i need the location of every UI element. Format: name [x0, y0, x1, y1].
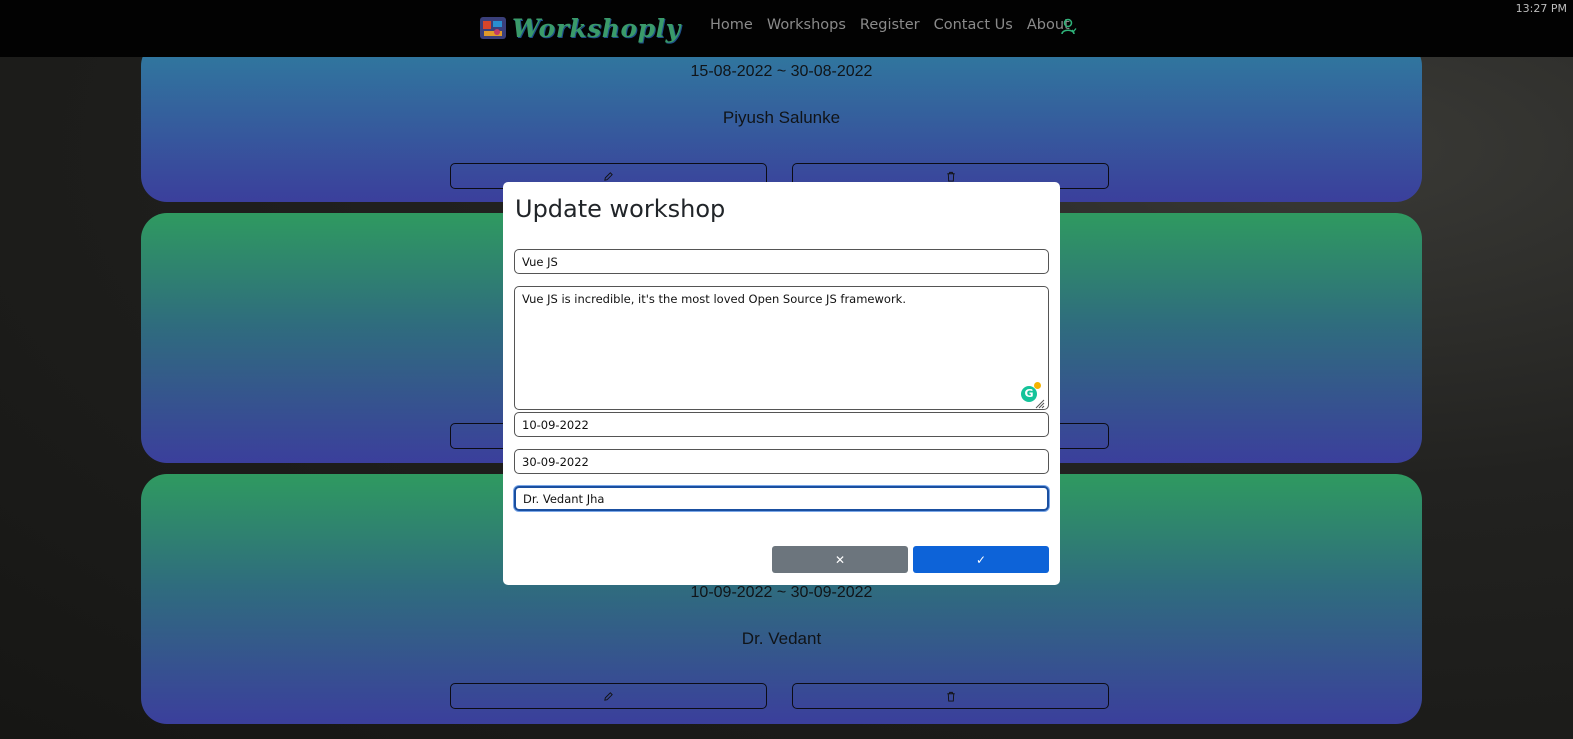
logo-icon	[480, 17, 506, 39]
brand-logo[interactable]: Workshoply	[478, 12, 681, 44]
dialog-title: Update workshop	[515, 195, 726, 223]
update-workshop-dialog: Update workshop Vue JS is incredible, it…	[503, 182, 1060, 585]
cancel-button[interactable]: ✕	[772, 546, 908, 573]
brand-name: Workshoply	[512, 13, 681, 43]
instructor-input[interactable]	[514, 486, 1049, 511]
workshop-instructor: Dr. Vedant	[741, 629, 822, 648]
nav-contact-us[interactable]: Contact Us	[934, 17, 1013, 33]
nav-home[interactable]: Home	[710, 17, 753, 33]
end-date-input[interactable]	[514, 449, 1049, 474]
check-icon: ✓	[975, 552, 987, 567]
pencil-icon	[604, 691, 613, 701]
workshop-description-textarea[interactable]: Vue JS is incredible, it's the most love…	[514, 286, 1049, 410]
confirm-button[interactable]: ✓	[913, 546, 1049, 573]
start-date-input[interactable]	[514, 412, 1049, 437]
resize-handle-icon[interactable]	[1033, 397, 1045, 409]
workshop-dates: 10-09-2022 ~ 30-09-2022	[690, 584, 873, 601]
trash-icon	[946, 691, 955, 702]
grammarly-badge	[1034, 382, 1041, 389]
workshop-instructor: Piyush Salunke	[722, 108, 841, 127]
workshop-dates: 15-08-2022 ~ 30-08-2022	[690, 63, 873, 80]
trash-icon	[946, 171, 955, 182]
workshop-name-input[interactable]	[514, 249, 1049, 274]
close-icon: ✕	[834, 552, 846, 567]
top-navbar: Workshoply Home Workshops Register Conta…	[0, 0, 1573, 57]
system-clock: 13:27 PM	[1515, 2, 1567, 15]
delete-workshop-button[interactable]	[792, 683, 1109, 709]
main-nav: Home Workshops Register Contact Us About	[710, 17, 1070, 33]
user-icon[interactable]	[1061, 18, 1077, 36]
edit-workshop-button[interactable]	[450, 683, 767, 709]
nav-workshops[interactable]: Workshops	[767, 17, 846, 33]
workshop-card: 15-08-2022 ~ 30-08-2022 Piyush Salunke	[141, 40, 1422, 202]
pencil-icon	[604, 171, 613, 181]
nav-register[interactable]: Register	[860, 17, 920, 33]
